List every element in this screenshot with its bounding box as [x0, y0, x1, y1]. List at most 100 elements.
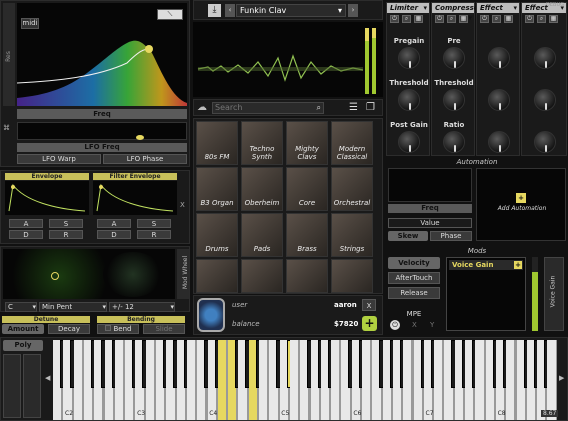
search-icon[interactable]: ⌕	[537, 15, 546, 23]
mpe-x-label[interactable]: X	[412, 321, 417, 329]
browser-tile[interactable]: Drums	[196, 213, 238, 257]
power-icon[interactable]: ⏻	[390, 15, 399, 23]
xy-pad[interactable]	[3, 249, 175, 299]
folders-icon[interactable]: ❐	[366, 102, 375, 113]
browser-tile[interactable]: Pads	[241, 213, 283, 257]
lfo-display[interactable]	[17, 122, 187, 140]
grid-icon[interactable]: ▦	[459, 15, 468, 23]
list-view-icon[interactable]: ☰	[349, 102, 358, 113]
white-key[interactable]	[259, 340, 269, 420]
fx-knob[interactable]	[488, 47, 510, 69]
white-key[interactable]	[289, 340, 300, 420]
grid-icon[interactable]: ▦	[504, 15, 513, 23]
white-key[interactable]	[547, 340, 557, 420]
search-input[interactable]	[213, 103, 305, 112]
mpe-y-label[interactable]: Y	[430, 321, 434, 329]
white-key[interactable]	[403, 340, 413, 420]
filter-slope-button[interactable]: ⟍	[157, 9, 183, 20]
key-select[interactable]: C ▾	[5, 302, 37, 312]
amp-decay-button[interactable]: D	[9, 230, 43, 239]
lfo-warp-button[interactable]: LFO Warp	[17, 154, 101, 164]
white-key[interactable]	[145, 340, 155, 420]
add-automation-area[interactable]: + Add Automation	[476, 168, 566, 241]
lfo-freq-slider[interactable]: LFO Freq	[17, 143, 187, 152]
browser-tile[interactable]: Techno Synth	[241, 121, 283, 165]
filter-type-button[interactable]: midi	[21, 18, 39, 29]
voice-gain-mod[interactable]: Voice Gain +	[449, 260, 523, 270]
pitch-wheel[interactable]	[3, 354, 21, 418]
cloud-icon[interactable]: ☁	[197, 103, 211, 113]
filter-envelope-display[interactable]	[93, 181, 177, 215]
scale-select[interactable]: Min Pent ▾	[39, 302, 107, 312]
browser-tile[interactable]: Strings	[331, 213, 373, 257]
browser-tile[interactable]	[196, 259, 238, 293]
bend-toggle[interactable]: Bend	[97, 324, 139, 334]
detune-amount-button[interactable]: Amount	[2, 324, 44, 334]
octave-down-icon[interactable]: ◀	[45, 374, 50, 382]
browser-tile[interactable]: Brass	[286, 213, 328, 257]
white-key[interactable]	[506, 340, 516, 420]
browser-tile[interactable]: Modern Classical	[331, 121, 373, 165]
aftertouch-button[interactable]: AfterTouch	[388, 272, 440, 284]
search-icon[interactable]: ⌕	[402, 15, 411, 23]
poly-button[interactable]: Poly	[3, 340, 43, 351]
detune-decay-button[interactable]: Decay	[48, 324, 90, 334]
fx-knob[interactable]	[534, 89, 556, 111]
download-icon[interactable]: ⤓	[208, 4, 221, 17]
velocity-button[interactable]: Velocity	[388, 257, 440, 269]
release-button[interactable]: Release	[388, 287, 440, 299]
browser-tile[interactable]: 80s FM	[196, 121, 238, 165]
browser-tile[interactable]: Orchestral	[331, 167, 373, 211]
post-gain-knob[interactable]	[398, 131, 420, 153]
white-key[interactable]	[434, 340, 444, 420]
logout-button[interactable]: X	[362, 299, 376, 311]
filter-sustain-button[interactable]: S	[137, 219, 171, 228]
automation-freq-slider[interactable]: Freq	[388, 204, 472, 213]
amp-attack-button[interactable]: A	[9, 219, 43, 228]
fx-knob[interactable]	[534, 47, 556, 69]
automation-phase-button[interactable]: Phase	[430, 231, 472, 241]
browser-tile[interactable]: B3 Organ	[196, 167, 238, 211]
range-select[interactable]: +/- 12 ▾	[109, 302, 175, 312]
white-key[interactable]	[331, 340, 341, 420]
automation-skew-button[interactable]: Skew	[388, 231, 428, 241]
voice-gain-slider[interactable]: Voice Gain	[544, 257, 564, 331]
octave-up-icon[interactable]: ▶	[559, 374, 564, 382]
res-slider[interactable]: Res	[3, 3, 15, 106]
fx-select-compressor[interactable]: Compressor ▾	[432, 3, 482, 22]
grid-icon[interactable]: ▦	[549, 15, 558, 23]
filter-decay-button[interactable]: D	[97, 230, 131, 239]
add-funds-button[interactable]: +	[362, 316, 377, 331]
mod-wheel[interactable]	[23, 354, 41, 418]
search-icon[interactable]: ⌕	[492, 15, 501, 23]
search-icon[interactable]: ⌕	[317, 103, 321, 113]
fx-knob[interactable]	[488, 131, 510, 153]
add-automation-icon[interactable]: +	[516, 193, 526, 203]
white-key[interactable]	[475, 340, 485, 420]
browser-tile[interactable]: Oberheim	[241, 167, 283, 211]
white-key[interactable]	[114, 340, 125, 420]
pregain-knob[interactable]	[398, 47, 420, 69]
browser-tile[interactable]	[241, 259, 283, 293]
automation-value-button[interactable]: Value	[388, 218, 472, 228]
envelope-side-x[interactable]: X	[180, 201, 185, 209]
threshold-knob[interactable]	[398, 89, 420, 111]
filter-attack-button[interactable]: A	[97, 219, 131, 228]
freq-slider[interactable]: Freq	[17, 109, 187, 119]
browser-tile[interactable]	[286, 259, 328, 293]
pre-knob[interactable]	[443, 47, 465, 69]
next-preset-button[interactable]: ›	[348, 4, 358, 17]
grid-icon[interactable]: ▦	[414, 15, 423, 23]
white-key[interactable]	[73, 340, 83, 420]
search-icon[interactable]: ⌕	[447, 15, 456, 23]
filter-cutoff-handle[interactable]	[145, 45, 153, 53]
search-field[interactable]: ⌕	[212, 102, 324, 114]
fx-select-3[interactable]: Effect ▾	[477, 3, 519, 13]
modwheel-slider[interactable]: Mod Wheel	[177, 249, 189, 299]
power-icon[interactable]: ⏻	[435, 15, 444, 23]
power-icon[interactable]: ⏻	[480, 15, 489, 23]
amp-envelope-display[interactable]	[5, 181, 89, 215]
browser-tile[interactable]	[331, 259, 373, 293]
lfo-phase-button[interactable]: LFO Phase	[103, 154, 187, 164]
filter-release-button[interactable]: R	[137, 230, 171, 239]
